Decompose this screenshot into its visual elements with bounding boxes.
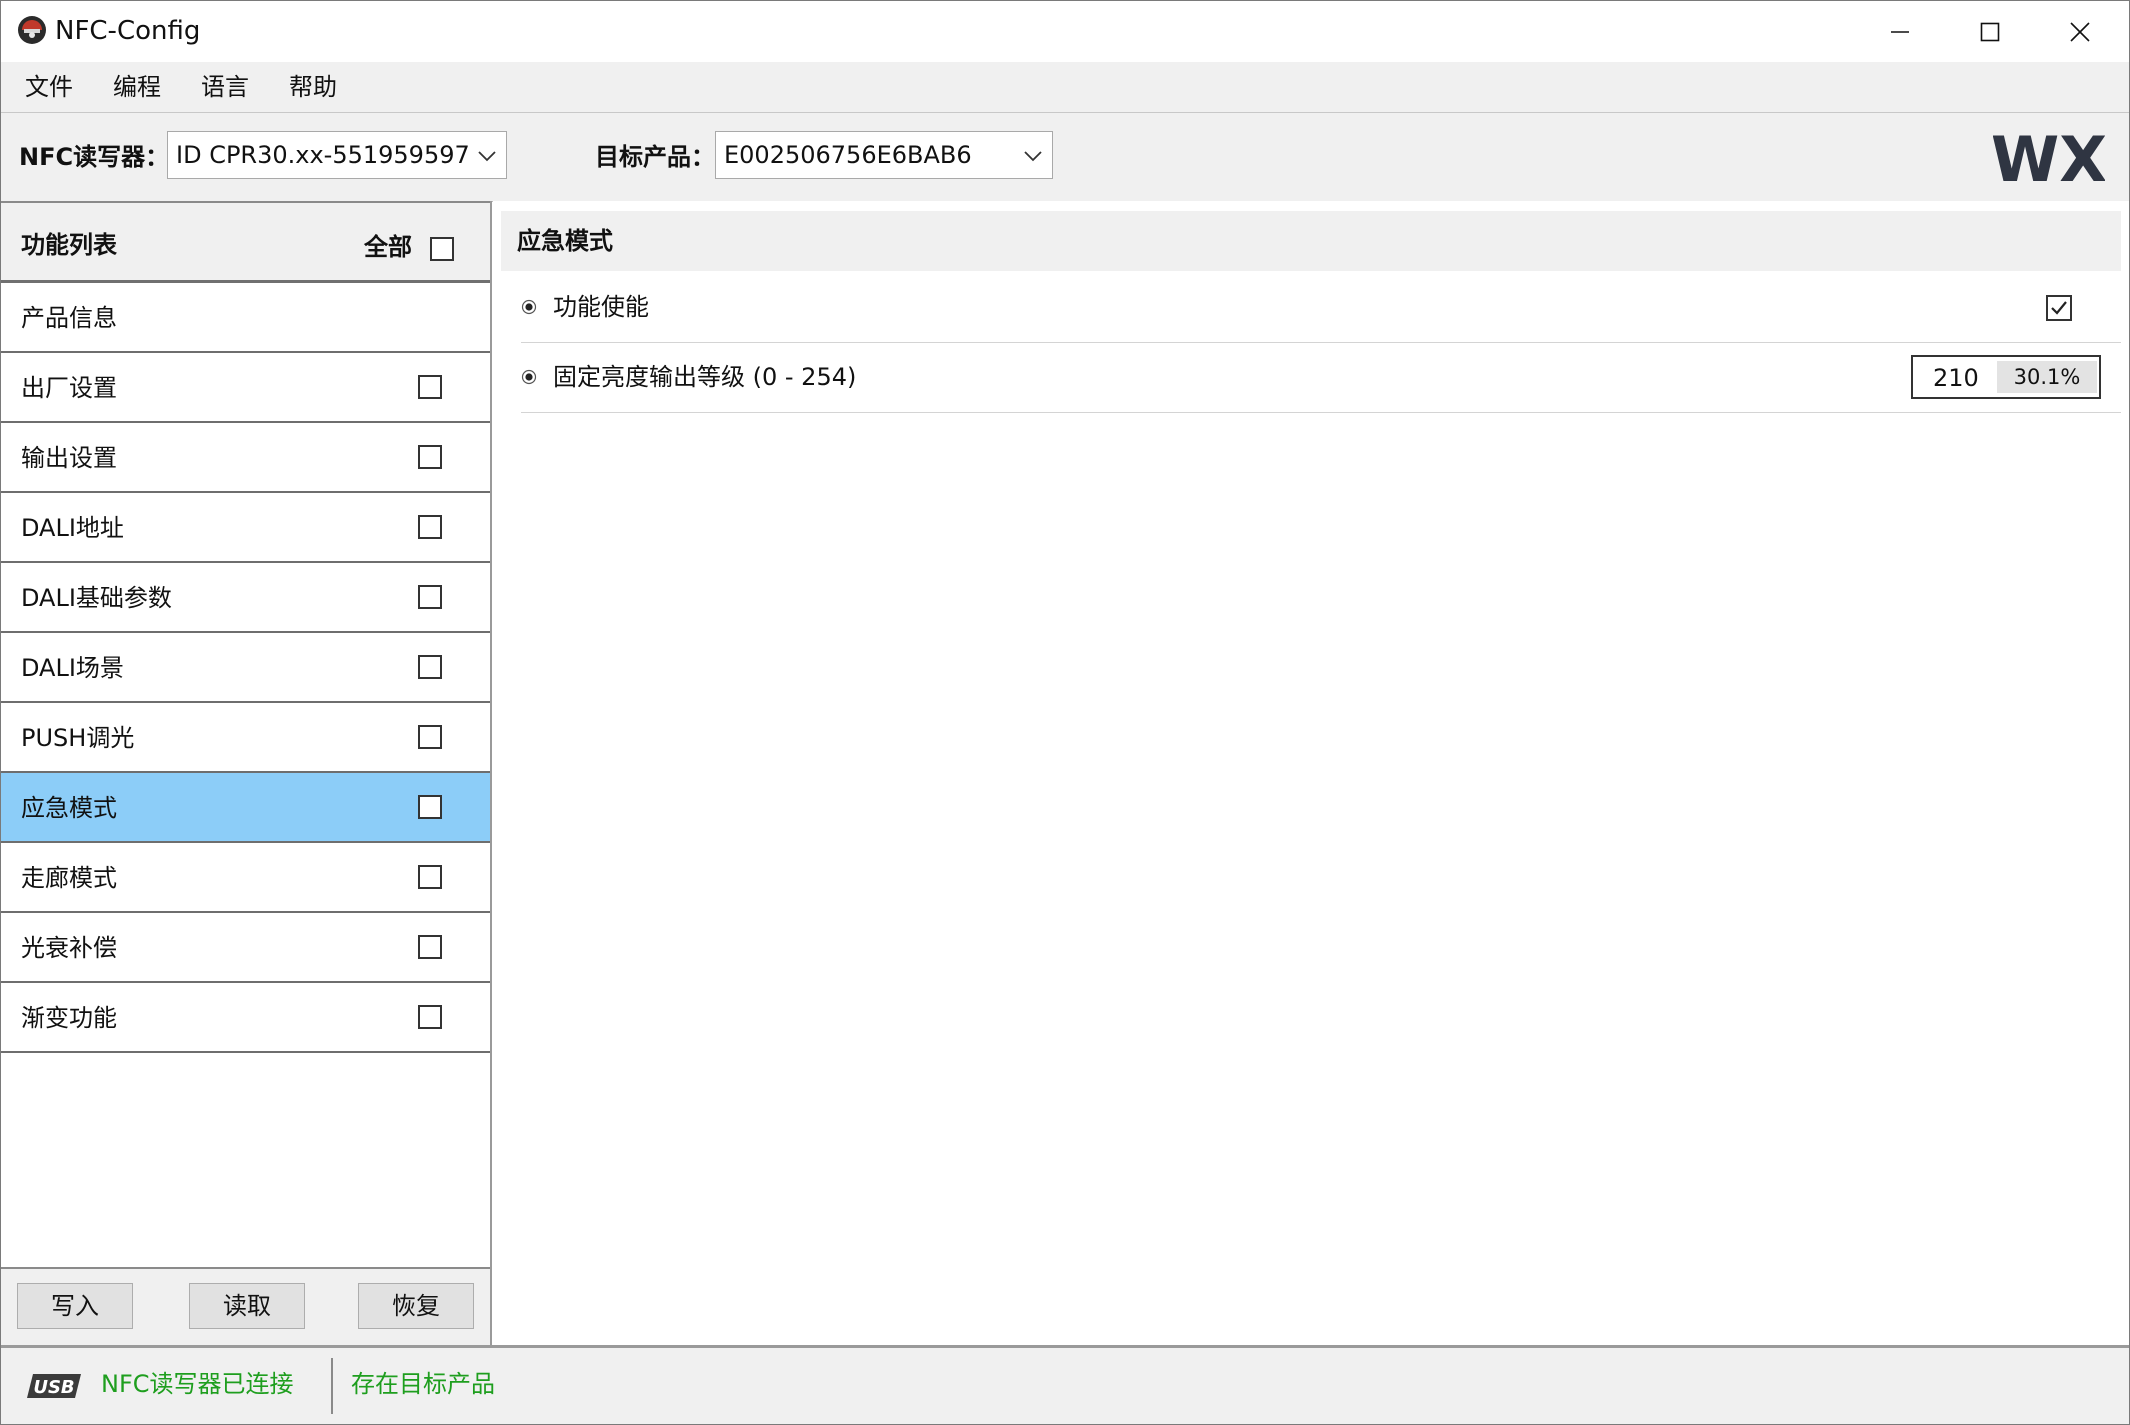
minimize-button[interactable] <box>1855 1 1945 62</box>
feature-item-label: 出厂设置 <box>21 374 117 402</box>
reader-status: NFC读写器已连接 <box>101 1370 294 1398</box>
feature-item-label: DALI基础参数 <box>21 584 172 612</box>
menu-help[interactable]: 帮助 <box>289 71 337 103</box>
feature-item-push-dimming[interactable]: PUSH调光 <box>1 703 490 773</box>
menu-program[interactable]: 编程 <box>113 71 161 103</box>
feature-checkbox[interactable] <box>418 795 442 819</box>
feature-item-product-info[interactable]: 产品信息 <box>1 283 490 353</box>
target-select-value: E002506756E6BAB6 <box>724 141 972 169</box>
setting-row-enable: 功能使能 <box>521 273 2121 343</box>
feature-item-factory-settings[interactable]: 出厂设置 <box>1 353 490 423</box>
setting-row-brightness-level: 固定亮度输出等级 (0 - 254) 210 30.1% <box>521 343 2121 413</box>
detail-panel: 应急模式 功能使能 固定亮度输出等级 (0 - 254) 210 30.1% <box>493 201 2129 1345</box>
bullet-icon <box>521 299 537 315</box>
feature-checkbox[interactable] <box>418 935 442 959</box>
chevron-down-icon <box>1024 151 1042 162</box>
feature-item-emergency-mode[interactable]: 应急模式 <box>1 773 490 843</box>
feature-checkbox[interactable] <box>418 865 442 889</box>
feature-item-dali-scene[interactable]: DALI场景 <box>1 633 490 703</box>
feature-item-label: PUSH调光 <box>21 724 135 752</box>
select-all-label: 全部 <box>364 233 412 261</box>
menu-language[interactable]: 语言 <box>201 71 249 103</box>
close-button[interactable] <box>2035 1 2125 62</box>
feature-panel-footer: 写入 读取 恢复 <box>1 1267 490 1345</box>
feature-checkbox[interactable] <box>418 445 442 469</box>
feature-checkbox[interactable] <box>418 515 442 539</box>
status-bar: USB NFC读写器已连接 存在目标产品 <box>1 1345 2129 1424</box>
read-button[interactable]: 读取 <box>189 1283 305 1329</box>
reader-select-value: ID CPR30.xx-551959597 <box>176 141 470 169</box>
detail-panel-header: 应急模式 <box>501 211 2121 271</box>
feature-panel-title: 功能列表 <box>21 231 117 259</box>
feature-item-corridor-mode[interactable]: 走廊模式 <box>1 843 490 913</box>
feature-item-dali-address[interactable]: DALI地址 <box>1 493 490 563</box>
select-all-checkbox[interactable] <box>430 237 454 261</box>
brand-logo-text: WX <box>1993 129 2105 189</box>
write-button[interactable]: 写入 <box>17 1283 133 1329</box>
feature-checkbox[interactable] <box>418 375 442 399</box>
enable-checkbox[interactable] <box>2046 295 2072 321</box>
feature-item-label: DALI场景 <box>21 654 124 682</box>
close-icon <box>2070 21 2090 42</box>
status-separator <box>331 1358 333 1414</box>
feature-item-label: 光衰补偿 <box>21 934 117 962</box>
brightness-level-value: 210 <box>1933 364 1979 392</box>
restore-button[interactable]: 恢复 <box>358 1283 474 1329</box>
feature-item-label: DALI地址 <box>21 514 124 542</box>
minimize-icon <box>1891 30 1909 33</box>
feature-list: 产品信息 出厂设置 输出设置 DALI地址 DALI基础参数 DALI场景 PU… <box>1 283 490 1053</box>
feature-checkbox[interactable] <box>418 725 442 749</box>
feature-item-label: 输出设置 <box>21 444 117 472</box>
maximize-button[interactable] <box>1945 1 2035 62</box>
feature-item-light-decay-compensation[interactable]: 光衰补偿 <box>1 913 490 983</box>
menu-bar: 文件 编程 语言 帮助 <box>1 62 2129 113</box>
menu-file[interactable]: 文件 <box>25 71 73 103</box>
feature-item-output-settings[interactable]: 输出设置 <box>1 423 490 493</box>
window-title: NFC-Config <box>55 16 201 46</box>
bullet-icon <box>521 369 537 385</box>
reader-select[interactable]: ID CPR30.xx-551959597 <box>167 131 507 179</box>
chevron-down-icon <box>478 151 496 162</box>
feature-item-label: 产品信息 <box>21 304 117 332</box>
maximize-icon <box>1980 22 2000 41</box>
brightness-level-input[interactable]: 210 30.1% <box>1911 355 2101 399</box>
app-icon <box>18 16 46 44</box>
feature-item-dali-basic-params[interactable]: DALI基础参数 <box>1 563 490 633</box>
usb-icon: USB <box>27 1374 81 1398</box>
target-select[interactable]: E002506756E6BAB6 <box>715 131 1053 179</box>
detail-panel-title: 应急模式 <box>517 227 613 255</box>
feature-item-label: 应急模式 <box>21 794 117 822</box>
feature-checkbox[interactable] <box>418 655 442 679</box>
target-label: 目标产品： <box>595 143 715 171</box>
feature-panel: 功能列表 全部 产品信息 出厂设置 输出设置 DALI地址 DALI基础参数 D… <box>1 201 492 1345</box>
title-bar: NFC-Config <box>1 1 2129 62</box>
target-status: 存在目标产品 <box>351 1370 495 1398</box>
feature-item-label: 走廊模式 <box>21 864 117 892</box>
setting-label: 功能使能 <box>553 293 649 321</box>
feature-panel-header: 功能列表 全部 <box>1 201 490 283</box>
usb-icon-label: USB <box>33 1377 74 1398</box>
reader-label: NFC读写器： <box>19 143 170 171</box>
feature-item-label: 渐变功能 <box>21 1004 117 1032</box>
brightness-level-percent: 30.1% <box>1997 361 2097 393</box>
feature-checkbox[interactable] <box>418 1005 442 1029</box>
setting-label: 固定亮度输出等级 (0 - 254) <box>553 363 857 391</box>
brand-logo: WX <box>1993 129 2105 189</box>
feature-item-fade-function[interactable]: 渐变功能 <box>1 983 490 1053</box>
feature-checkbox[interactable] <box>418 585 442 609</box>
toolbar: NFC读写器： ID CPR30.xx-551959597 目标产品： E002… <box>1 113 2129 202</box>
app-window: NFC-Config 文件 编程 语言 帮助 NFC读写器： ID CPR30.… <box>0 0 2130 1425</box>
